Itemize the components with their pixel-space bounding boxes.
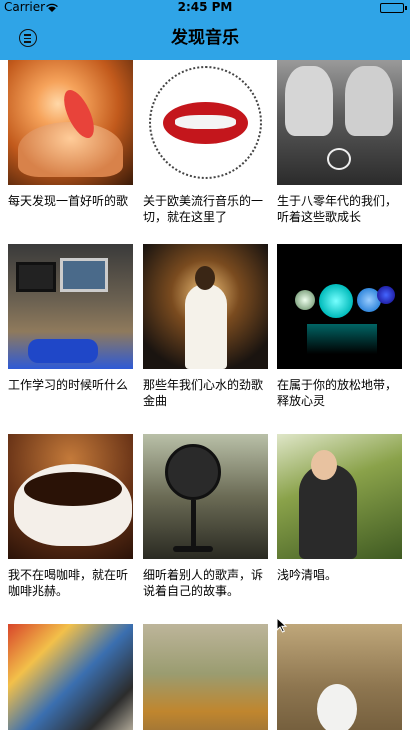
playlist-card[interactable]: 那些年我们心水的劲歌金曲 <box>143 244 268 409</box>
playlist-card[interactable] <box>8 624 133 730</box>
playlist-cover-image[interactable] <box>143 624 268 730</box>
status-bar: Carrier 2:45 PM <box>0 0 410 16</box>
playlist-cover-image[interactable] <box>277 244 402 369</box>
playlist-card[interactable] <box>143 624 268 730</box>
playlist-grid[interactable]: 每天发现一首好听的歌 关于欧美流行音乐的一切，就在这里了 生于八零年代的我们，听… <box>0 60 410 730</box>
playlist-card[interactable]: 关于欧美流行音乐的一切，就在这里了 <box>143 60 268 225</box>
playlist-title: 那些年我们心水的劲歌金曲 <box>143 378 264 408</box>
playlist-cover-image[interactable] <box>8 434 133 559</box>
playlist-title: 生于八零年代的我们，听着这些歌成长 <box>277 194 398 224</box>
playlist-title: 细听着别人的歌声，诉说着自己的故事。 <box>143 568 264 598</box>
playlist-card[interactable]: 细听着别人的歌声，诉说着自己的故事。 <box>143 434 268 599</box>
playlist-cover-image[interactable] <box>277 624 402 730</box>
playlist-title: 在属于你的放松地带，释放心灵 <box>277 378 398 408</box>
playlist-card[interactable]: 工作学习的时候听什么 <box>8 244 133 393</box>
playlist-cover-image[interactable] <box>143 60 268 185</box>
playlist-title: 关于欧美流行音乐的一切，就在这里了 <box>143 194 264 224</box>
playlist-cover-image[interactable] <box>143 434 268 559</box>
playlist-card[interactable] <box>277 624 402 730</box>
playlist-cover-image[interactable] <box>8 624 133 730</box>
playlist-title: 工作学习的时候听什么 <box>8 378 129 392</box>
playlist-cover-image[interactable] <box>277 434 402 559</box>
navigation-bar: 发现音乐 <box>0 16 410 60</box>
playlist-card[interactable]: 生于八零年代的我们，听着这些歌成长 <box>277 60 402 225</box>
playlist-title: 每天发现一首好听的歌 <box>8 194 129 208</box>
playlist-cover-image[interactable] <box>143 244 268 369</box>
playlist-cover-image[interactable] <box>8 60 133 185</box>
playlist-cover-image[interactable] <box>8 244 133 369</box>
playlist-title: 我不在喝咖啡，就在听咖啡兆赫。 <box>8 568 129 598</box>
playlist-card[interactable]: 我不在喝咖啡，就在听咖啡兆赫。 <box>8 434 133 599</box>
page-title: 发现音乐 <box>171 28 239 48</box>
playlist-card[interactable]: 在属于你的放松地带，释放心灵 <box>277 244 402 409</box>
clock-time: 2:45 PM <box>177 0 233 14</box>
playlist-card[interactable]: 每天发现一首好听的歌 <box>8 60 133 209</box>
battery-icon <box>380 3 407 13</box>
playlist-title: 浅吟清唱。 <box>277 568 338 582</box>
playlist-card[interactable]: 浅吟清唱。 <box>277 434 402 583</box>
playlist-cover-image[interactable] <box>277 60 402 185</box>
